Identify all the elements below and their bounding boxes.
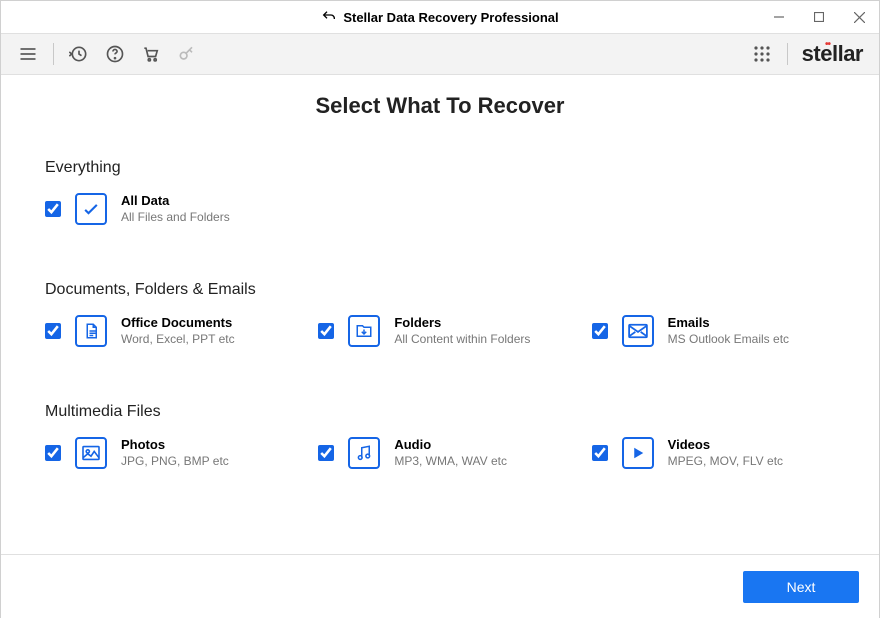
- section-title-media: Multimedia Files: [45, 403, 835, 421]
- option-sub: All Content within Folders: [394, 332, 530, 346]
- checkbox-emails[interactable]: [592, 323, 608, 339]
- option-text: Folders All Content within Folders: [394, 315, 530, 346]
- content-area: Select What To Recover Everything All Da…: [1, 75, 879, 469]
- option-sub: MP3, WMA, WAV etc: [394, 454, 507, 468]
- checkmark-icon: [75, 193, 107, 225]
- option-sub: All Files and Folders: [121, 210, 230, 224]
- option-label: Photos: [121, 437, 229, 452]
- separator: [53, 43, 54, 65]
- option-label: Office Documents: [121, 315, 235, 330]
- key-icon[interactable]: [176, 43, 198, 65]
- checkbox-office-documents[interactable]: [45, 323, 61, 339]
- checkbox-audio[interactable]: [318, 445, 334, 461]
- next-button[interactable]: Next: [743, 571, 859, 603]
- window-controls: [759, 1, 879, 33]
- history-icon[interactable]: [68, 43, 90, 65]
- option-sub: Word, Excel, PPT etc: [121, 332, 235, 346]
- mail-icon: [622, 315, 654, 347]
- help-icon[interactable]: [104, 43, 126, 65]
- option-sub: MS Outlook Emails etc: [668, 332, 789, 346]
- option-text: Audio MP3, WMA, WAV etc: [394, 437, 507, 468]
- toolbar-right: ••stellar: [751, 41, 863, 67]
- checkbox-all-data[interactable]: [45, 201, 61, 217]
- music-icon: [348, 437, 380, 469]
- option-all-data: All Data All Files and Folders: [45, 193, 835, 225]
- folder-download-icon: [348, 315, 380, 347]
- brand-logo: ••stellar: [802, 41, 863, 67]
- page-heading: Select What To Recover: [45, 93, 835, 119]
- maximize-button[interactable]: [799, 1, 839, 33]
- checkbox-photos[interactable]: [45, 445, 61, 461]
- back-arrow-icon[interactable]: [321, 9, 337, 25]
- checkbox-folders[interactable]: [318, 323, 334, 339]
- image-icon: [75, 437, 107, 469]
- option-videos: Videos MPEG, MOV, FLV etc: [592, 437, 835, 469]
- document-icon: [75, 315, 107, 347]
- titlebar: Stellar Data Recovery Professional: [1, 1, 879, 33]
- minimize-button[interactable]: [759, 1, 799, 33]
- close-button[interactable]: [839, 1, 879, 33]
- window-title: Stellar Data Recovery Professional: [343, 10, 558, 25]
- option-office-documents: Office Documents Word, Excel, PPT etc: [45, 315, 288, 347]
- option-text: Office Documents Word, Excel, PPT etc: [121, 315, 235, 346]
- option-label: Emails: [668, 315, 789, 330]
- option-label: Folders: [394, 315, 530, 330]
- checkbox-videos[interactable]: [592, 445, 608, 461]
- play-icon: [622, 437, 654, 469]
- option-text: Photos JPG, PNG, BMP etc: [121, 437, 229, 468]
- title-group: Stellar Data Recovery Professional: [321, 9, 558, 25]
- option-text: Videos MPEG, MOV, FLV etc: [668, 437, 783, 468]
- option-audio: Audio MP3, WMA, WAV etc: [318, 437, 561, 469]
- section-title-everything: Everything: [45, 159, 835, 177]
- separator: [787, 43, 788, 65]
- option-sub: MPEG, MOV, FLV etc: [668, 454, 783, 468]
- option-folders: Folders All Content within Folders: [318, 315, 561, 347]
- menu-icon[interactable]: [17, 43, 39, 65]
- option-text: Emails MS Outlook Emails etc: [668, 315, 789, 346]
- option-label: All Data: [121, 193, 230, 208]
- option-photos: Photos JPG, PNG, BMP etc: [45, 437, 288, 469]
- apps-grid-icon[interactable]: [751, 43, 773, 65]
- option-label: Videos: [668, 437, 783, 452]
- section-title-docs: Documents, Folders & Emails: [45, 281, 835, 299]
- option-label: Audio: [394, 437, 507, 452]
- option-sub: JPG, PNG, BMP etc: [121, 454, 229, 468]
- cart-icon[interactable]: [140, 43, 162, 65]
- footer: Next: [1, 554, 879, 618]
- toolbar: ••stellar: [1, 33, 879, 75]
- option-text: All Data All Files and Folders: [121, 193, 230, 224]
- option-emails: Emails MS Outlook Emails etc: [592, 315, 835, 347]
- toolbar-left: [17, 43, 198, 65]
